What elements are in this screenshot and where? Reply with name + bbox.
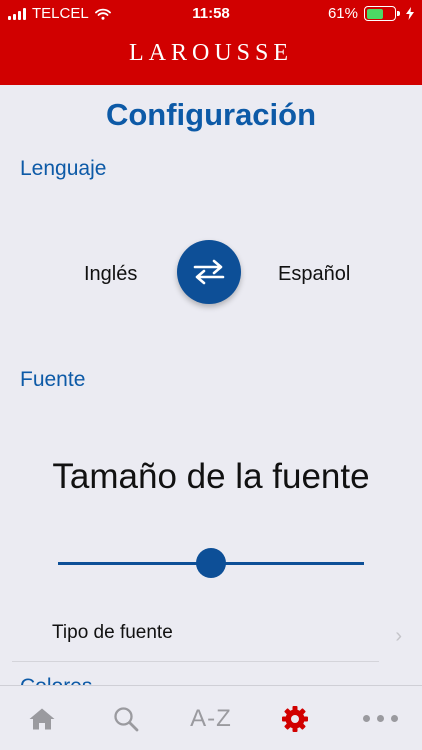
home-icon <box>29 708 55 729</box>
chevron-right-icon: › <box>395 625 402 647</box>
swap-languages-button[interactable] <box>177 240 241 304</box>
app-header: TELCEL 11:58 61% LAROUSSE <box>0 0 422 85</box>
status-right: 61% <box>328 5 414 22</box>
settings-content[interactable]: Configuración Lenguaje Inglés Español Fu… <box>0 85 422 685</box>
tab-search[interactable] <box>98 686 154 750</box>
target-language: Español <box>278 263 351 285</box>
battery-icon <box>364 6 400 21</box>
gear-icon <box>282 705 308 732</box>
tab-bar: A-Z <box>0 685 422 750</box>
swap-arrows-icon <box>193 259 225 285</box>
tab-a-z[interactable]: A-Z <box>180 686 242 750</box>
tab-more[interactable] <box>352 686 408 750</box>
brand-logo: LAROUSSE <box>128 40 294 66</box>
font-size-title: Tamaño de la fuente <box>52 457 370 496</box>
battery-level <box>366 8 383 19</box>
section-language: Lenguaje <box>20 157 107 180</box>
section-colors: Colores <box>20 675 92 685</box>
status-bar: TELCEL 11:58 61% <box>0 0 422 28</box>
font-type-label: Tipo de fuente <box>52 622 173 643</box>
battery-percent: 61% <box>327 5 358 22</box>
tab-home[interactable] <box>14 686 70 750</box>
divider <box>12 661 379 662</box>
font-type-row[interactable]: Tipo de fuente › <box>0 607 422 661</box>
tab-settings[interactable] <box>267 686 323 750</box>
font-size-slider-thumb[interactable] <box>196 548 226 578</box>
charging-bolt-icon <box>406 7 414 20</box>
search-icon <box>114 706 139 731</box>
source-language: Inglés <box>84 263 138 285</box>
section-font: Fuente <box>20 368 86 391</box>
more-icon <box>362 715 398 722</box>
page-title: Configuración <box>105 97 317 132</box>
